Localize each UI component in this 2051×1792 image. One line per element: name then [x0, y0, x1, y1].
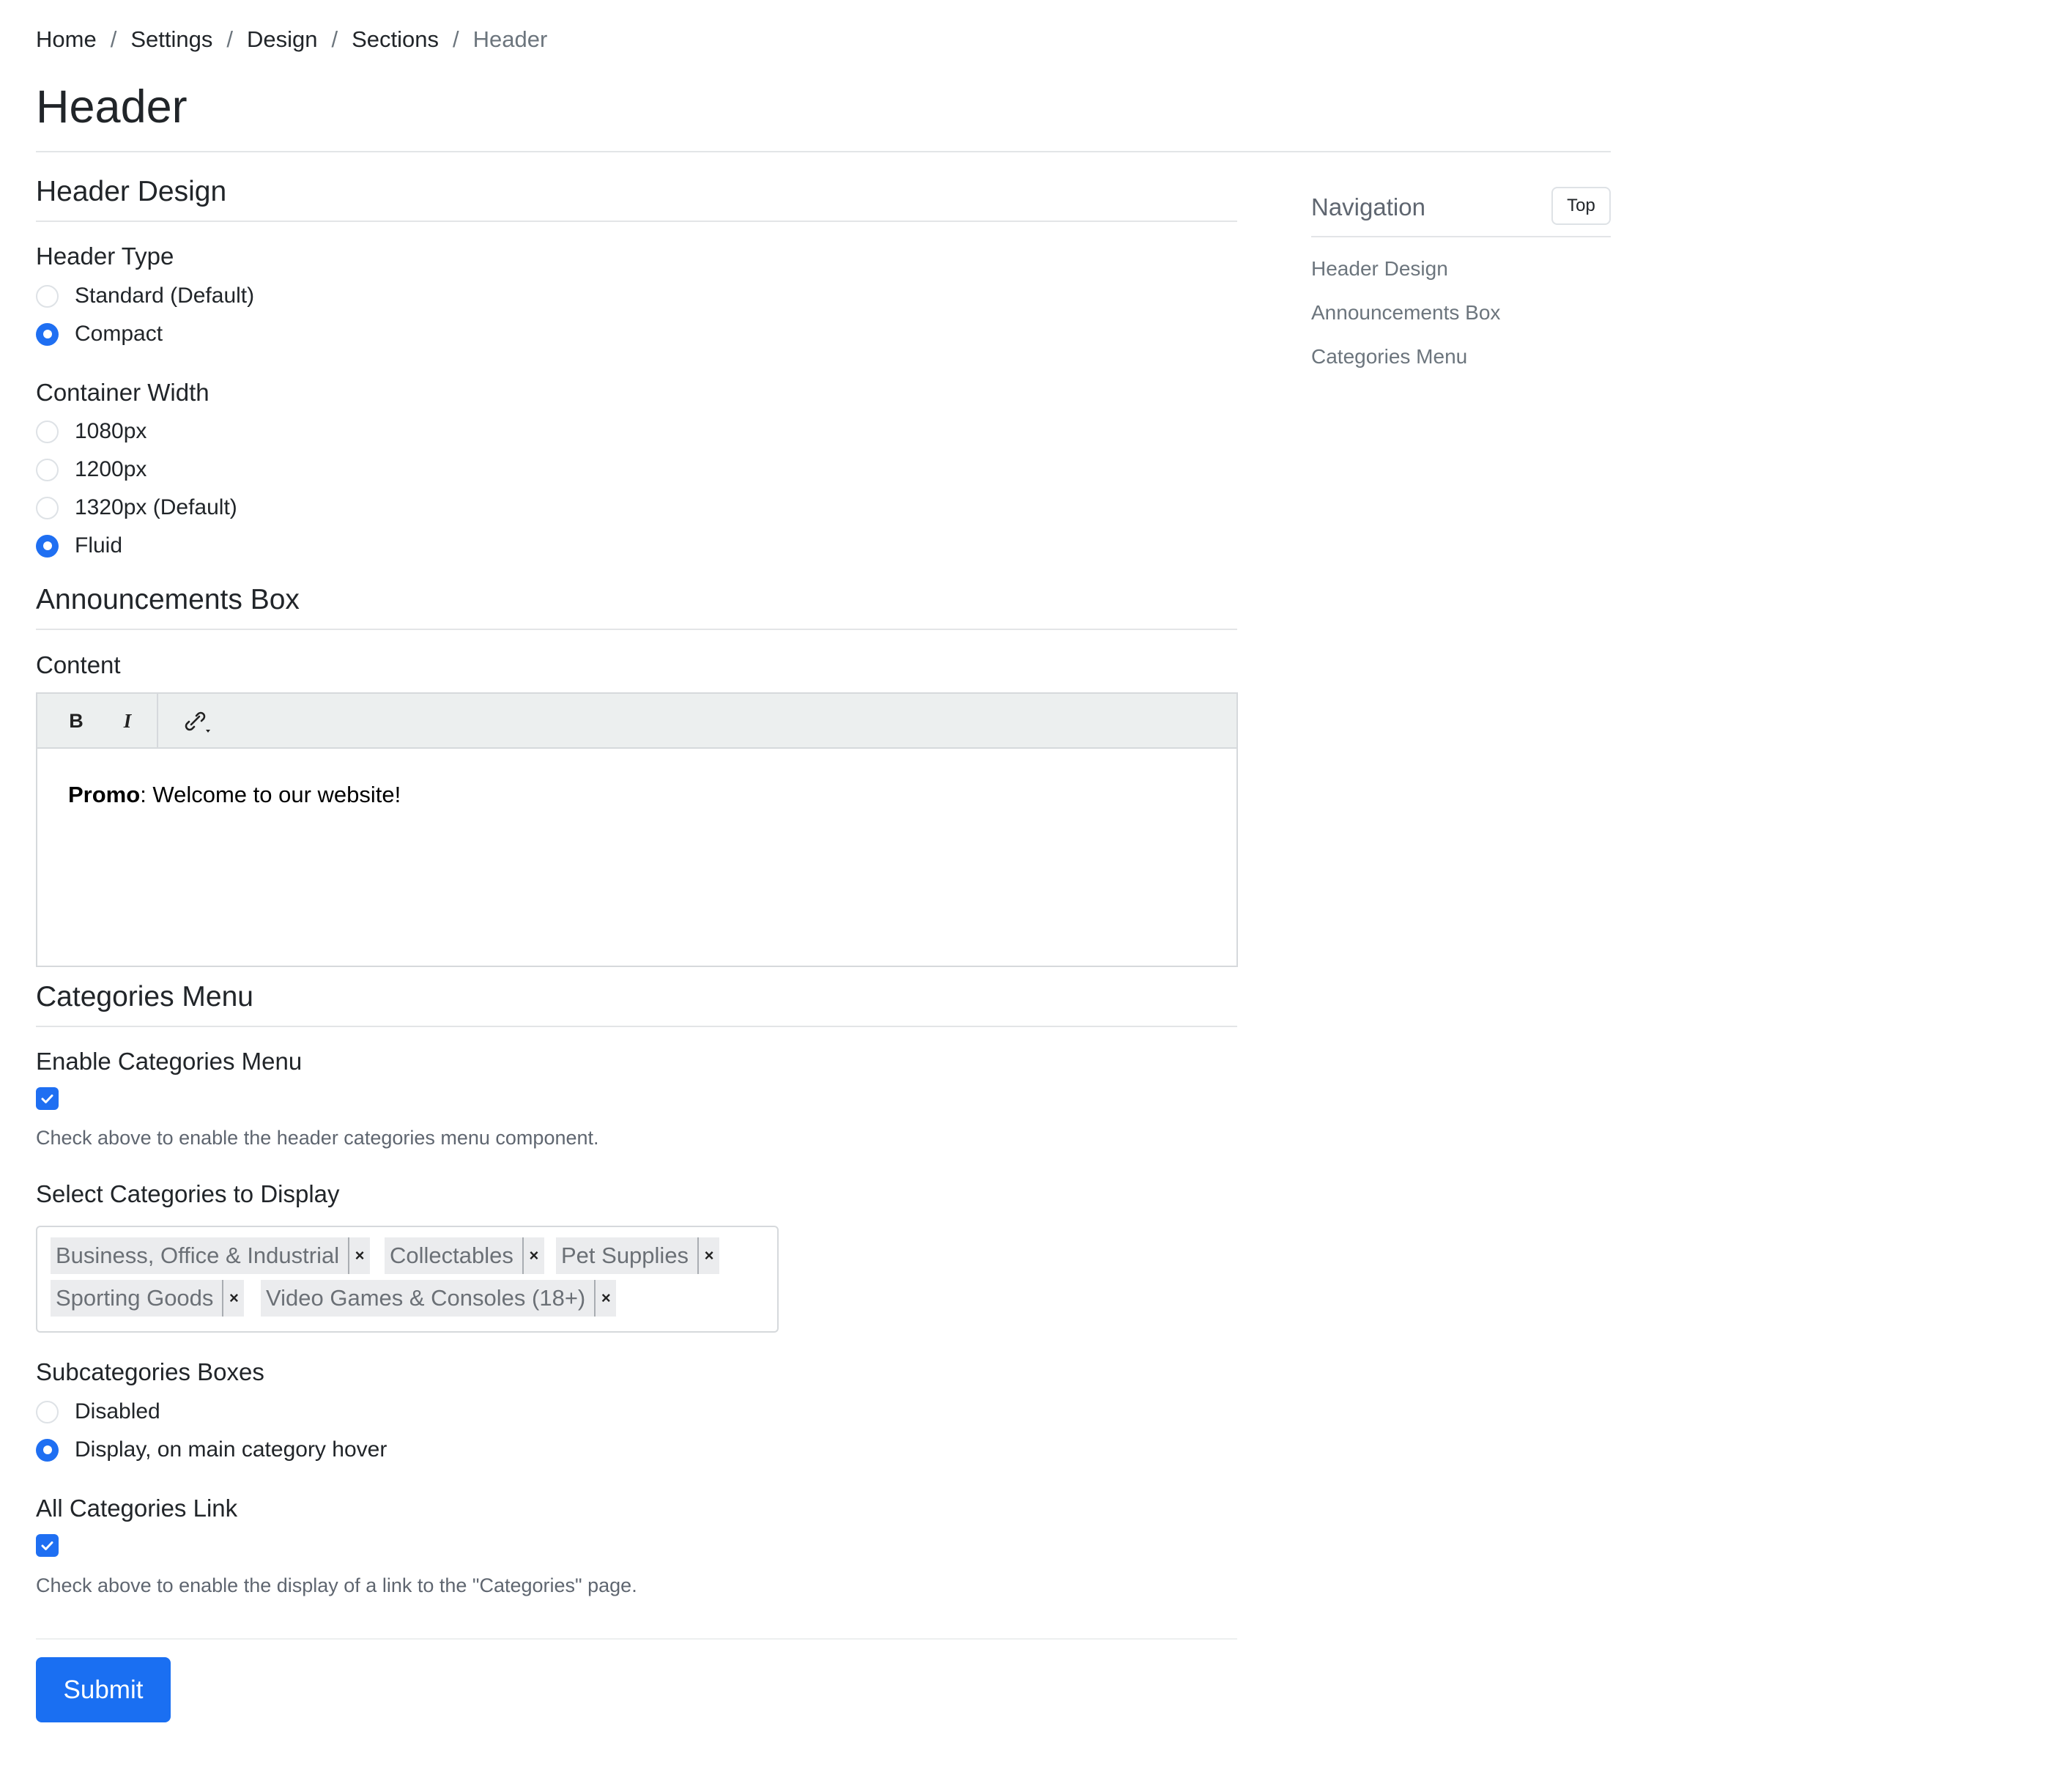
tag-label: Video Games & Consoles (18+): [266, 1285, 586, 1311]
breadcrumb-design[interactable]: Design: [247, 26, 318, 53]
enable-categories-checkbox[interactable]: [36, 1087, 59, 1110]
check-icon: [41, 1541, 53, 1550]
breadcrumb: Home / Settings / Design / Sections / He…: [36, 26, 547, 53]
subcategories-option-hover[interactable]: Display, on main category hover: [36, 1437, 387, 1462]
remove-tag-icon[interactable]: ×: [697, 1237, 719, 1274]
header-type-option-standard[interactable]: Standard (Default): [36, 284, 254, 308]
breadcrumb-current: Header: [472, 26, 548, 52]
tag-label: Sporting Goods: [56, 1285, 214, 1311]
radio-label: Display, on main category hover: [75, 1437, 387, 1462]
bold-button[interactable]: B: [59, 704, 93, 738]
radio-button[interactable]: [36, 420, 59, 443]
editor-content[interactable]: Promo: Welcome to our website!: [68, 782, 401, 808]
subcategories-label: Subcategories Boxes: [36, 1358, 264, 1385]
nav-link-announcements-box[interactable]: Announcements Box: [1311, 301, 1500, 325]
breadcrumb-separator: /: [453, 26, 459, 52]
category-tag: Business, Office & Industrial ×: [51, 1237, 371, 1274]
radio-button[interactable]: [36, 458, 59, 481]
submit-button[interactable]: Submit: [36, 1657, 171, 1722]
title-divider: [36, 151, 1611, 152]
all-categories-link-label: All Categories Link: [36, 1495, 238, 1522]
rich-text-editor[interactable]: B I Promo: Welcome to our website!: [36, 692, 1238, 967]
breadcrumb-sections[interactable]: Sections: [352, 26, 439, 53]
subcategories-option-disabled[interactable]: Disabled: [36, 1399, 160, 1424]
italic-button[interactable]: I: [111, 704, 144, 738]
radio-label: 1200px: [75, 457, 147, 481]
radio-button[interactable]: [36, 284, 59, 308]
navigation-divider: [1311, 236, 1611, 237]
section-divider: [36, 629, 1237, 630]
container-width-option-fluid[interactable]: Fluid: [36, 533, 122, 558]
section-title-categories-menu: Categories Menu: [36, 981, 253, 1012]
breadcrumb-separator: /: [331, 26, 338, 52]
radio-button[interactable]: [36, 1400, 59, 1423]
radio-button-selected[interactable]: [36, 322, 59, 346]
radio-button-selected[interactable]: [36, 534, 59, 558]
radio-label: Standard (Default): [75, 284, 255, 308]
form-divider: [36, 1638, 1237, 1640]
radio-label: 1080px: [75, 419, 147, 443]
tag-label: Pet Supplies: [561, 1243, 689, 1268]
editor-text: : Welcome to our website!: [140, 782, 401, 807]
container-width-option-1080[interactable]: 1080px: [36, 419, 146, 444]
header-type-label: Header Type: [36, 242, 174, 270]
nav-link-header-design[interactable]: Header Design: [1311, 257, 1448, 281]
top-button[interactable]: Top: [1551, 187, 1611, 225]
categories-tag-select[interactable]: Business, Office & Industrial × Collecta…: [36, 1226, 779, 1333]
radio-label: Compact: [75, 322, 163, 346]
check-icon: [41, 1095, 53, 1103]
header-type-option-compact[interactable]: Compact: [36, 322, 163, 347]
breadcrumb-home[interactable]: Home: [36, 26, 97, 53]
section-divider: [36, 221, 1237, 222]
enable-categories-label: Enable Categories Menu: [36, 1048, 303, 1075]
container-width-label: Container Width: [36, 379, 209, 406]
tag-label: Business, Office & Industrial: [56, 1243, 340, 1268]
all-categories-link-help: Check above to enable the display of a l…: [36, 1574, 637, 1596]
radio-label: 1320px (Default): [75, 495, 237, 519]
select-categories-label: Select Categories to Display: [36, 1180, 340, 1207]
navigation-title: Navigation: [1311, 193, 1425, 221]
breadcrumb-separator: /: [110, 26, 117, 52]
remove-tag-icon[interactable]: ×: [594, 1280, 616, 1317]
breadcrumb-settings[interactable]: Settings: [130, 26, 212, 53]
section-divider: [36, 1026, 1237, 1027]
radio-button-selected[interactable]: [36, 1438, 59, 1462]
page-title: Header: [36, 81, 188, 133]
category-tag: Sporting Goods ×: [51, 1280, 245, 1317]
container-width-option-1200[interactable]: 1200px: [36, 457, 146, 482]
editor-bold-text: Promo: [68, 782, 141, 807]
radio-label: Fluid: [75, 533, 123, 558]
nav-link-categories-menu[interactable]: Categories Menu: [1311, 345, 1467, 369]
remove-tag-icon[interactable]: ×: [348, 1237, 370, 1274]
editor-toolbar: B I: [37, 694, 1236, 749]
tag-label: Collectables: [390, 1243, 513, 1268]
category-tag: Video Games & Consoles (18+) ×: [261, 1280, 617, 1317]
link-icon[interactable]: [174, 704, 218, 738]
category-tag: Pet Supplies ×: [556, 1237, 720, 1274]
radio-button[interactable]: [36, 496, 59, 519]
section-title-header-design: Header Design: [36, 176, 227, 207]
enable-categories-help: Check above to enable the header categor…: [36, 1127, 599, 1149]
remove-tag-icon[interactable]: ×: [522, 1237, 544, 1274]
container-width-option-1320[interactable]: 1320px (Default): [36, 495, 237, 520]
breadcrumb-separator: /: [226, 26, 233, 52]
category-tag: Collectables ×: [385, 1237, 544, 1274]
section-title-announcements: Announcements Box: [36, 584, 300, 615]
toolbar-separator: [157, 694, 158, 747]
content-label: Content: [36, 651, 121, 678]
radio-label: Disabled: [75, 1399, 160, 1423]
all-categories-link-checkbox[interactable]: [36, 1534, 59, 1557]
remove-tag-icon[interactable]: ×: [222, 1280, 244, 1317]
